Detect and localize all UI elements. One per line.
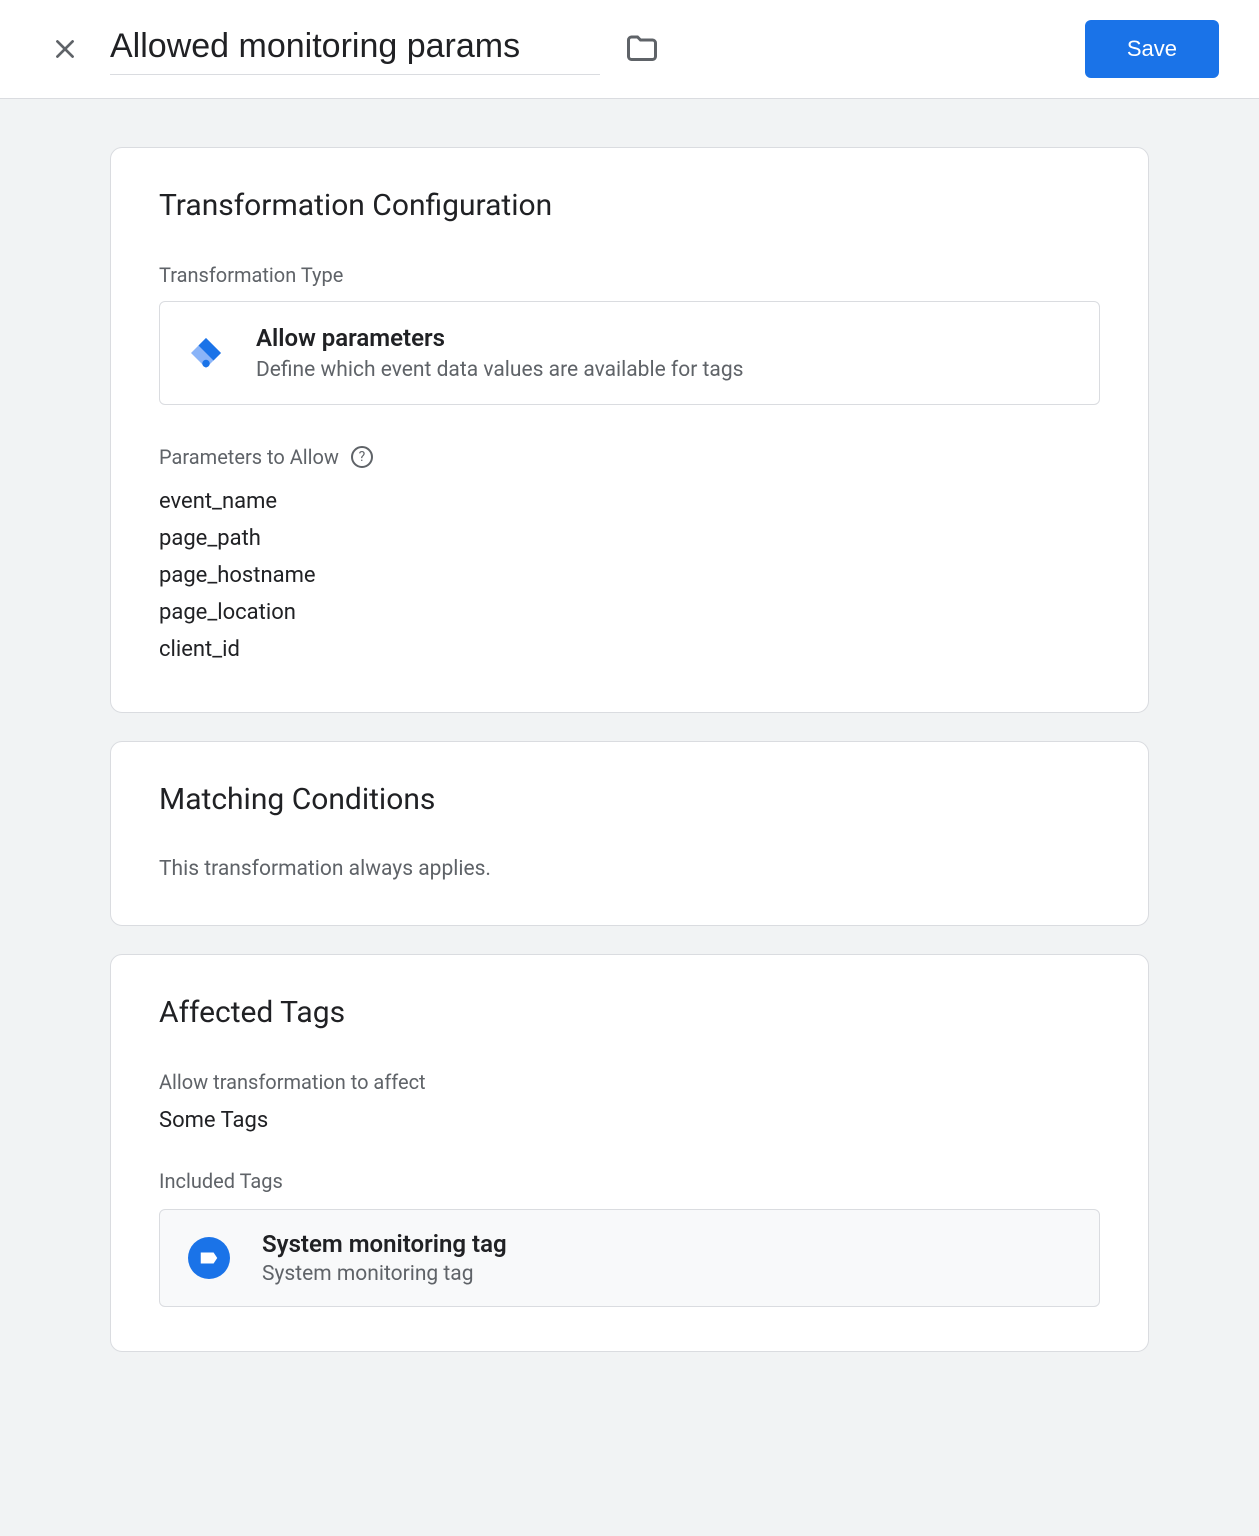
page-header: Save <box>0 0 1259 99</box>
tag-name: System monitoring tag <box>262 1230 507 1258</box>
transformation-card[interactable]: Transformation Configuration Transformat… <box>110 147 1149 713</box>
title-input[interactable] <box>110 23 600 75</box>
transformation-type-selector[interactable]: Allow parameters Define which event data… <box>159 301 1100 405</box>
save-button[interactable]: Save <box>1085 20 1219 78</box>
close-button[interactable] <box>40 24 90 74</box>
param-item: page_hostname <box>159 557 1100 594</box>
tag-icon <box>198 1247 220 1269</box>
param-item: page_path <box>159 520 1100 557</box>
content-area: Transformation Configuration Transformat… <box>0 99 1259 1440</box>
affect-value: Some Tags <box>159 1108 1100 1133</box>
param-item: page_location <box>159 594 1100 631</box>
help-icon[interactable]: ? <box>351 446 373 468</box>
folder-button[interactable] <box>624 31 660 67</box>
tag-subtitle: System monitoring tag <box>262 1262 507 1286</box>
affected-title: Affected Tags <box>159 995 1100 1030</box>
matching-title: Matching Conditions <box>159 782 1100 817</box>
params-label: Parameters to Allow ? <box>159 445 1100 469</box>
matching-conditions-card[interactable]: Matching Conditions This transformation … <box>110 741 1149 926</box>
tag-manager-icon <box>188 335 224 371</box>
param-item: client_id <box>159 631 1100 668</box>
type-name: Allow parameters <box>256 324 743 352</box>
close-icon <box>52 36 78 62</box>
matching-description: This transformation always applies. <box>159 857 1100 881</box>
param-list: event_name page_path page_hostname page_… <box>159 483 1100 668</box>
type-description: Define which event data values are avail… <box>256 358 743 382</box>
param-item: event_name <box>159 483 1100 520</box>
transformation-type-label: Transformation Type <box>159 263 1100 287</box>
tag-icon-wrap <box>188 1237 230 1279</box>
included-tags-label: Included Tags <box>159 1169 1100 1193</box>
folder-icon <box>624 31 660 67</box>
transformation-title: Transformation Configuration <box>159 188 1100 223</box>
affected-tags-card[interactable]: Affected Tags Allow transformation to af… <box>110 954 1149 1352</box>
included-tag-item[interactable]: System monitoring tag System monitoring … <box>159 1209 1100 1307</box>
affect-label: Allow transformation to affect <box>159 1070 1100 1094</box>
